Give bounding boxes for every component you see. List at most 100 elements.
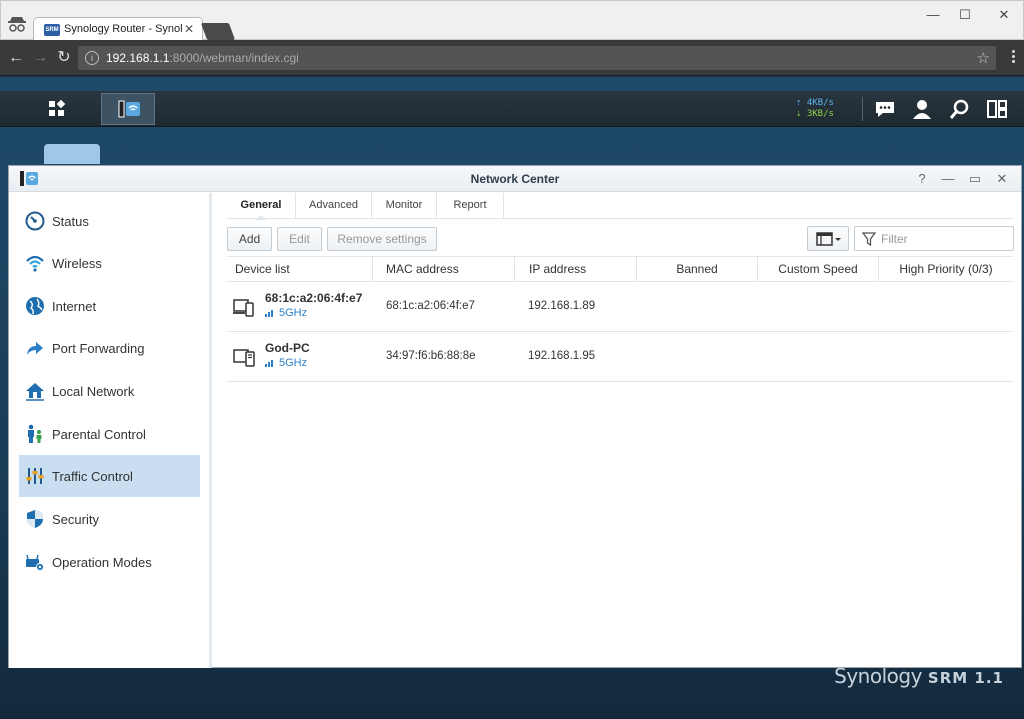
sidebar-item-label: Status	[52, 214, 89, 229]
taskbar-divider	[862, 97, 863, 121]
bookmark-star-icon[interactable]: ☆	[977, 49, 990, 67]
filter-input[interactable]: Filter	[854, 226, 1014, 251]
column-custom-speed[interactable]: Custom Speed	[758, 257, 879, 281]
table-row[interactable]: 68:1c:a2:06:4f:e7 5GHz 68:1c:a2:06:4f:e7…	[227, 282, 1013, 332]
device-band: 5GHz	[265, 307, 307, 319]
device-mac: 68:1c:a2:06:4f:e7	[386, 300, 475, 312]
incognito-icon	[8, 17, 26, 32]
sidebar-item-label: Operation Modes	[52, 555, 152, 570]
table-header: Device list MAC address IP address Banne…	[227, 256, 1013, 282]
globe-icon	[26, 297, 44, 315]
minimize-browser-button[interactable]: —	[918, 5, 948, 25]
new-tab-button[interactable]	[200, 23, 236, 40]
sidebar-item-security[interactable]: Security	[19, 498, 200, 540]
gauge-icon	[25, 211, 45, 231]
sidebar: Status Wireless Internet Port Forwarding	[9, 193, 212, 668]
sidebar-item-label: Wireless	[52, 256, 102, 271]
table-row[interactable]: God-PC 5GHz 34:97:f6:b6:88:8e 192.168.1.…	[227, 332, 1013, 382]
synology-srm-logo: Synology SRM 1.1	[834, 664, 1004, 688]
address-bar[interactable]: i 192.168.1.1:8000/webman/index.cgi ☆	[78, 46, 996, 70]
minimize-window-button[interactable]: —	[939, 170, 957, 188]
sliders-icon	[26, 468, 44, 484]
tab-bar: General Advanced Monitor Report	[227, 193, 1013, 220]
chat-icon[interactable]	[873, 97, 897, 121]
device-band-label: 5GHz	[279, 357, 308, 369]
sidebar-item-label: Local Network	[52, 384, 135, 399]
shield-icon	[27, 510, 43, 528]
sidebar-item-internet[interactable]: Internet	[19, 285, 200, 327]
sidebar-item-label: Security	[52, 512, 99, 527]
user-icon[interactable]	[910, 97, 934, 121]
widgets-icon[interactable]	[985, 97, 1009, 121]
sidebar-item-port-forwarding[interactable]: Port Forwarding	[19, 327, 200, 369]
sidebar-item-operation-modes[interactable]: Operation Modes	[19, 541, 200, 583]
help-button[interactable]: ?	[913, 170, 931, 188]
url-host: 192.168.1.1	[106, 51, 170, 65]
computer-icon	[233, 349, 255, 367]
device-band-label: 5GHz	[279, 307, 308, 319]
device-name: God-PC	[265, 341, 310, 355]
funnel-icon	[862, 232, 876, 246]
maximize-window-button[interactable]: ▭	[966, 170, 984, 188]
column-device-list[interactable]: Device list	[227, 257, 373, 281]
url-path: :8000/webman/index.cgi	[169, 51, 299, 65]
signal-bars-icon	[265, 310, 273, 317]
column-high-priority[interactable]: High Priority (0/3)	[879, 257, 1013, 281]
main-content: General Advanced Monitor Report Add Edit…	[215, 193, 1021, 668]
browser-toolbar: ← → ↻ i 192.168.1.1:8000/webman/index.cg…	[0, 40, 1024, 76]
sidebar-item-wireless[interactable]: Wireless	[19, 242, 200, 284]
sidebar-item-parental-control[interactable]: Parental Control	[19, 413, 200, 455]
search-icon[interactable]	[948, 97, 972, 121]
signal-bars-icon	[265, 360, 273, 367]
family-icon	[28, 424, 42, 443]
close-window-button[interactable]: ✕	[993, 170, 1011, 188]
download-speed: ⇣ 3KB/s	[796, 109, 834, 119]
device-band: 5GHz	[265, 357, 307, 369]
layout-dropdown-icon	[816, 232, 841, 246]
browser-tab-bar: SRM Synology Router - Synology ✕ — ☐ ✕	[0, 0, 1024, 41]
sidebar-item-local-network[interactable]: Local Network	[19, 370, 200, 412]
sidebar-item-label: Traffic Control	[52, 469, 133, 484]
column-mac-address[interactable]: MAC address	[373, 257, 515, 281]
info-icon[interactable]: i	[85, 51, 99, 65]
column-banned[interactable]: Banned	[637, 257, 758, 281]
filter-placeholder: Filter	[881, 232, 908, 246]
device-mac: 34:97:f6:b6:88:8e	[386, 350, 476, 362]
add-button[interactable]: Add	[227, 227, 272, 251]
window-title: Network Center	[470, 172, 560, 186]
forward-icon[interactable]: →	[30, 48, 50, 68]
sidebar-item-label: Port Forwarding	[52, 341, 145, 356]
device-ip: 192.168.1.95	[528, 350, 596, 362]
tab-report[interactable]: Report	[437, 193, 504, 219]
view-mode-button[interactable]	[807, 226, 849, 251]
srm-taskbar: ⇡ 4KB/s ⇣ 3KB/s	[0, 91, 1024, 127]
browser-menu-icon[interactable]	[1012, 50, 1016, 65]
maximize-browser-button[interactable]: ☐	[950, 5, 980, 25]
home-icon	[26, 383, 44, 401]
brand-name: Synology	[834, 664, 922, 688]
window-titlebar[interactable]: Network Center ? — ▭ ✕	[9, 166, 1021, 192]
devices-icon	[233, 299, 254, 317]
main-menu-button[interactable]	[30, 93, 84, 125]
tab-monitor[interactable]: Monitor	[372, 193, 437, 219]
browser-tab[interactable]: SRM Synology Router - Synology ✕	[33, 17, 203, 41]
reload-icon[interactable]: ↻	[54, 48, 74, 68]
upload-speed: ⇡ 4KB/s	[796, 98, 834, 108]
network-center-taskbar-button[interactable]	[101, 93, 155, 125]
tab-general[interactable]: General	[227, 193, 296, 220]
close-browser-button[interactable]: ✕	[989, 5, 1019, 25]
desktop-app-shortcut[interactable]	[44, 144, 100, 164]
device-ip: 192.168.1.89	[528, 300, 596, 312]
remove-settings-button[interactable]: Remove settings	[327, 227, 437, 251]
sidebar-item-traffic-control[interactable]: Traffic Control	[19, 455, 200, 497]
edit-button[interactable]: Edit	[277, 227, 322, 251]
tab-advanced[interactable]: Advanced	[296, 193, 372, 219]
sidebar-item-status[interactable]: Status	[19, 200, 200, 242]
product-name: SRM 1.1	[927, 669, 1004, 687]
back-icon[interactable]: ←	[6, 48, 26, 68]
device-table: Device list MAC address IP address Banne…	[227, 256, 1013, 382]
tab-close-icon[interactable]: ✕	[184, 22, 194, 36]
url-text[interactable]: 192.168.1.1:8000/webman/index.cgi	[106, 51, 299, 65]
column-ip-address[interactable]: IP address	[515, 257, 637, 281]
network-center-window: Network Center ? — ▭ ✕ Status Wireless I…	[8, 165, 1022, 668]
